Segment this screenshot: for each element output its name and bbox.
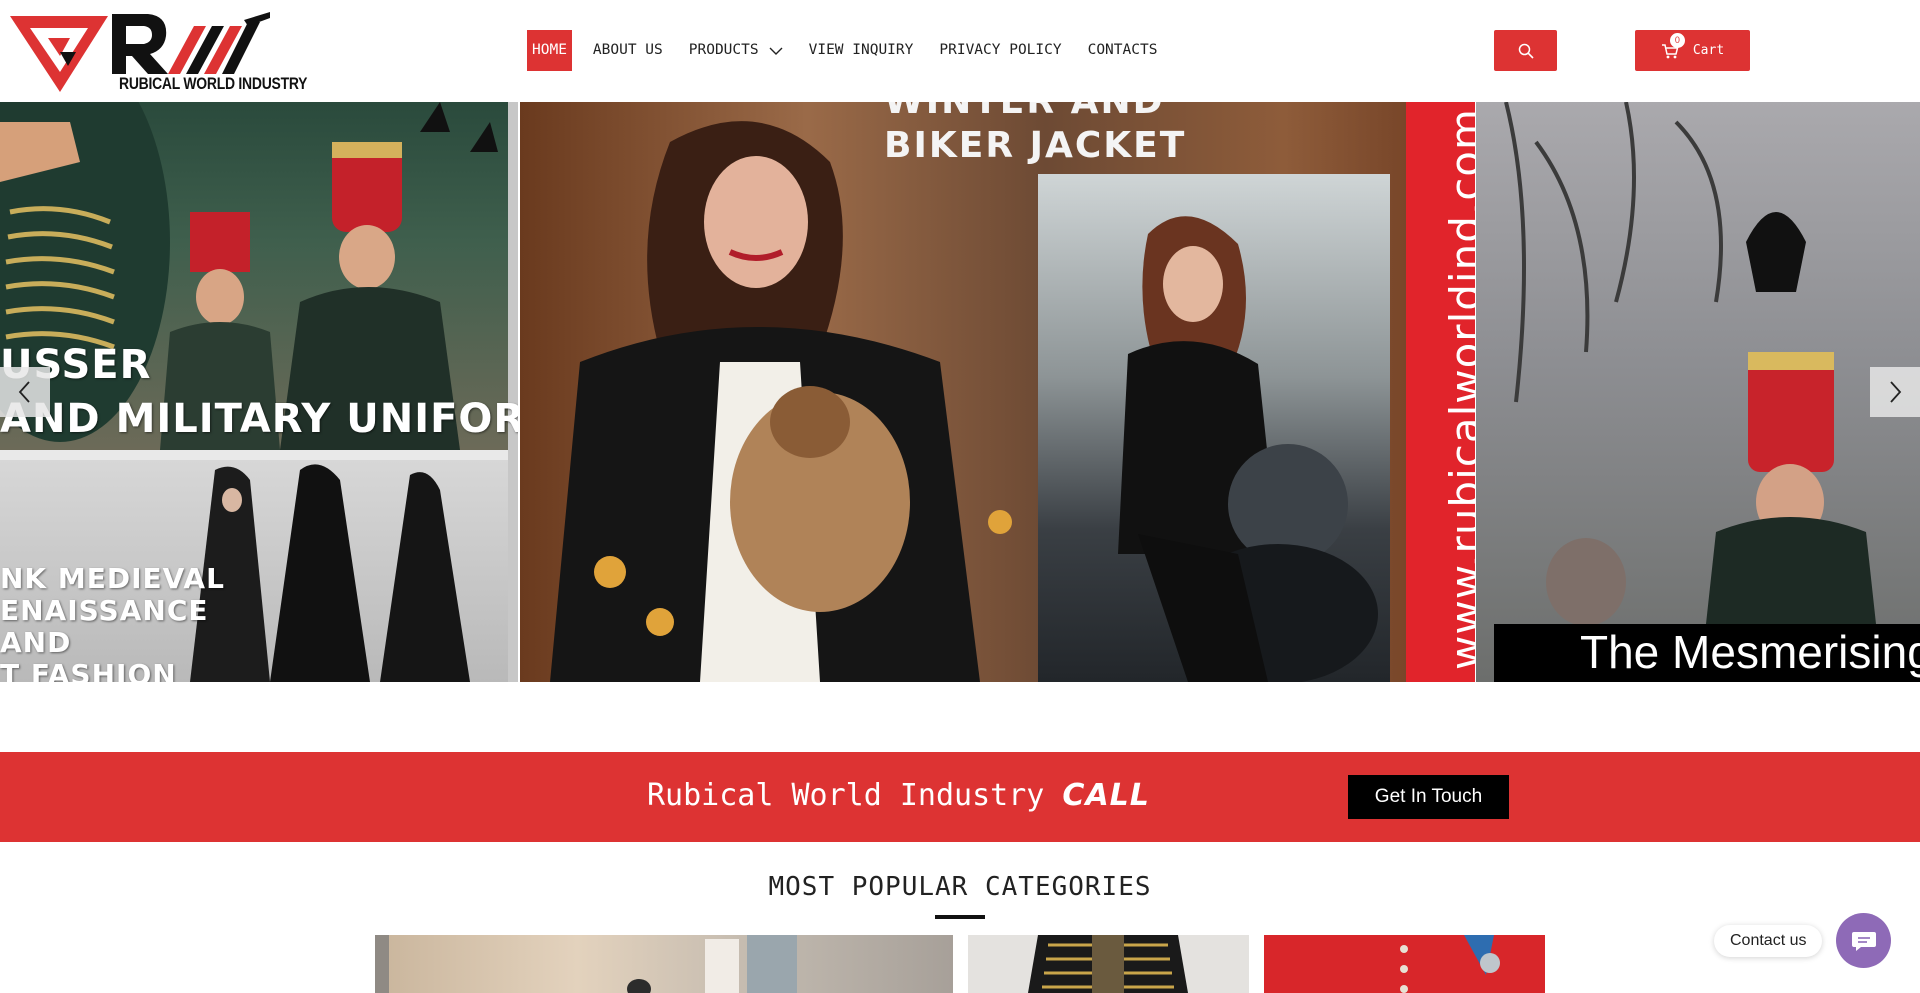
slide-mesmerising[interactable]: The Mesmerising bbox=[1476, 102, 1920, 682]
nav-item-label: PRIVACY POLICY bbox=[939, 42, 1062, 58]
category-card[interactable] bbox=[1264, 935, 1545, 993]
contact-us-button[interactable] bbox=[1836, 913, 1891, 968]
chevron-down-icon bbox=[769, 47, 783, 55]
call-text: Rubical World Industry CALL bbox=[647, 778, 1150, 813]
slide-caption-line: T FASHION bbox=[0, 658, 177, 682]
slider-prev-button[interactable] bbox=[0, 367, 50, 417]
category-card[interactable] bbox=[375, 935, 953, 993]
cart-label: Cart bbox=[1692, 43, 1725, 58]
call-company-name: Rubical World Industry bbox=[647, 778, 1045, 813]
slide-caption-line: ENAISSANCE bbox=[0, 594, 209, 627]
category-image bbox=[1028, 935, 1188, 993]
slide-image-biker bbox=[1038, 174, 1390, 682]
category-image bbox=[375, 935, 797, 993]
nav-item-label: ABOUT US bbox=[592, 42, 663, 58]
slide-caption: The Mesmerising bbox=[1580, 626, 1920, 678]
chevron-right-icon bbox=[1890, 381, 1902, 403]
search-icon bbox=[1518, 43, 1534, 59]
cart-button[interactable]: 0 Cart bbox=[1635, 30, 1750, 71]
slide-image-woman-with-dog bbox=[550, 121, 1012, 682]
slide-image-guard bbox=[1504, 102, 1876, 626]
slider-next-button[interactable] bbox=[1870, 367, 1920, 417]
site-header: RUBICAL WORLD INDUSTRY HOME ABOUT US PRO… bbox=[0, 0, 1920, 102]
call-to-action-band: Rubical World Industry CALL Get In Touch bbox=[0, 752, 1920, 842]
hero-slider[interactable]: USSER AND MILITARY UNIFORMS NK MEDIEVAL … bbox=[0, 102, 1920, 682]
slide-caption-line: AND bbox=[0, 626, 72, 659]
nav-item-label: VIEW INQUIRY bbox=[808, 42, 914, 58]
slide-military-uniforms[interactable]: USSER AND MILITARY UNIFORMS NK MEDIEVAL … bbox=[0, 102, 518, 682]
slide-title: WINTER AND BIKER JACKET bbox=[884, 102, 1187, 166]
call-word: CALL bbox=[1062, 778, 1150, 813]
slide-caption-line: NK MEDIEVAL bbox=[0, 562, 225, 595]
nav-item-label: HOME bbox=[532, 42, 567, 58]
cart-count-badge: 0 bbox=[1669, 32, 1685, 48]
nav-item-contacts[interactable]: CONTACTS bbox=[1083, 30, 1163, 71]
chat-icon bbox=[1851, 931, 1876, 951]
nav-item-view-inquiry[interactable]: VIEW INQUIRY bbox=[804, 30, 919, 71]
search-button[interactable] bbox=[1494, 30, 1557, 71]
nav-item-privacy-policy[interactable]: PRIVACY POLICY bbox=[934, 30, 1066, 71]
slide-strip bbox=[508, 102, 518, 682]
nav-item-products[interactable]: PRODUCTS bbox=[684, 30, 788, 71]
nav-item-home[interactable]: HOME bbox=[527, 30, 572, 71]
main-nav: HOME ABOUT US PRODUCTS VIEW INQUIRY PRIV… bbox=[527, 30, 1178, 71]
section-heading: MOST POPULAR CATEGORIES bbox=[768, 872, 1152, 902]
cart-icon-wrap: 0 bbox=[1661, 32, 1685, 60]
slide-biker-jacket[interactable]: WINTER AND BIKER JACKET www.rubicalworld… bbox=[520, 102, 1475, 682]
slide-url: www.rubicalworldind.com bbox=[1441, 108, 1475, 670]
nav-item-about-us[interactable]: ABOUT US bbox=[588, 30, 668, 71]
contact-us-label[interactable]: Contact us bbox=[1714, 925, 1823, 957]
brand-logo[interactable]: RUBICAL WORLD INDUSTRY bbox=[8, 8, 307, 94]
brand-name: RUBICAL WORLD INDUSTRY bbox=[119, 74, 308, 93]
heading-underline bbox=[935, 915, 985, 919]
category-image bbox=[1400, 935, 1500, 993]
nav-item-label: PRODUCTS bbox=[688, 42, 759, 58]
get-in-touch-button[interactable]: Get In Touch bbox=[1348, 775, 1509, 819]
chevron-left-icon bbox=[18, 381, 30, 403]
nav-item-label: CONTACTS bbox=[1087, 42, 1158, 58]
slide-caption-line: AND MILITARY UNIFORMS bbox=[0, 396, 518, 442]
slide-divider bbox=[0, 450, 518, 460]
category-card[interactable] bbox=[968, 935, 1249, 993]
